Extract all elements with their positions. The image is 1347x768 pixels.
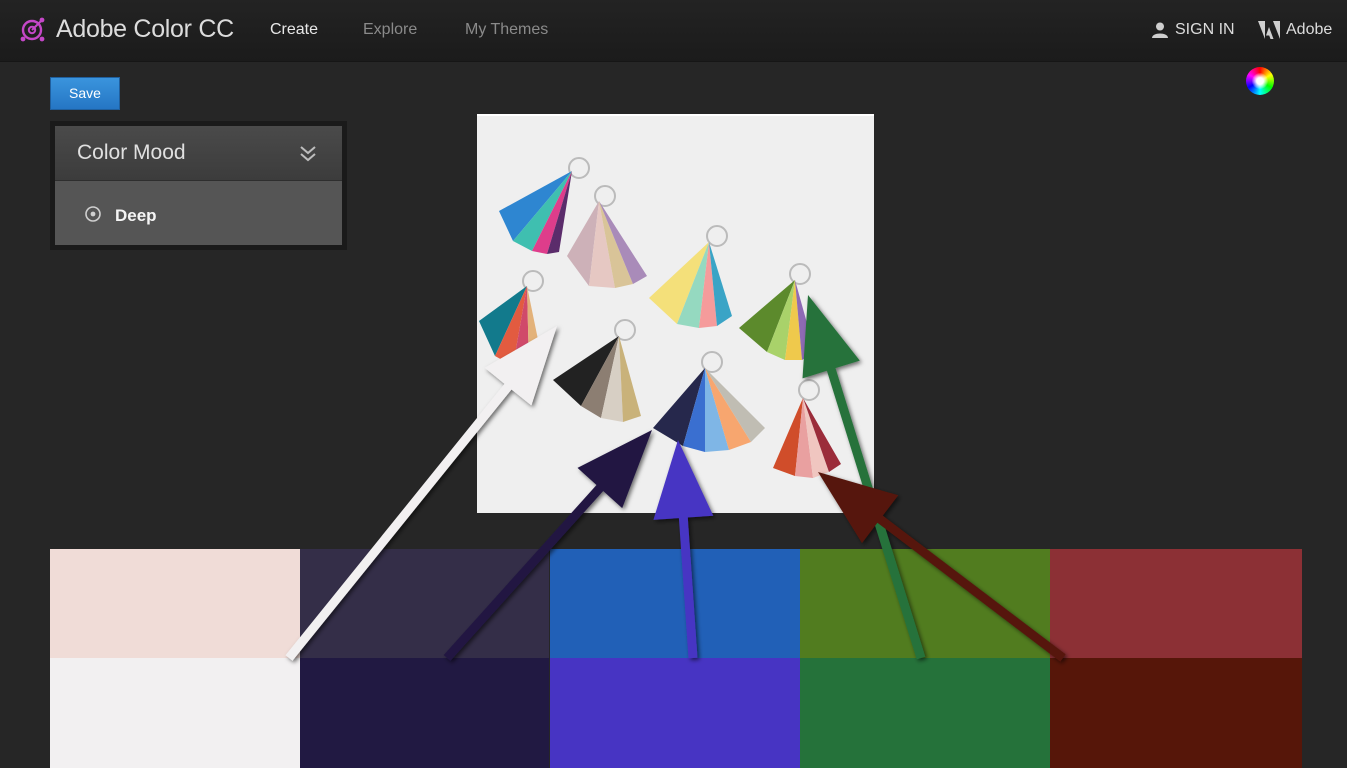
user-icon — [1152, 22, 1168, 38]
palette-swatch-bottom-5[interactable] — [1050, 658, 1302, 768]
fan-deck-8 — [773, 379, 841, 478]
color-mood-panel: Color Mood Deep — [50, 121, 347, 250]
fan-deck-5 — [479, 270, 544, 368]
adobe-logo-icon — [1258, 21, 1280, 39]
double-chevron-down-icon[interactable] — [298, 144, 318, 164]
palette-swatch-bottom-1[interactable] — [50, 658, 301, 768]
palette-swatch-top-4[interactable] — [800, 549, 1050, 658]
adobe-label: Adobe — [1286, 21, 1333, 38]
sign-in-label: SIGN IN — [1175, 21, 1235, 38]
palette-swatch-bottom-3[interactable] — [550, 658, 800, 768]
pantone-fan-decks-illustration — [479, 157, 841, 478]
fan-deck-6 — [553, 319, 641, 422]
radio-selected-icon[interactable] — [85, 206, 101, 222]
fan-deck-2 — [567, 185, 647, 288]
adobe-color-logo-icon[interactable] — [20, 17, 46, 43]
source-image[interactable] — [477, 114, 874, 513]
color-wheel-button[interactable] — [1246, 67, 1274, 95]
palette-swatch-top-2[interactable] — [300, 549, 549, 658]
fan-deck-1 — [499, 157, 590, 254]
mood-option-label: Deep — [115, 206, 157, 225]
adobe-link[interactable]: Adobe — [1258, 21, 1332, 39]
palette-swatch-top-5[interactable] — [1050, 549, 1302, 658]
fan-deck-4 — [739, 263, 815, 360]
nav-my-themes[interactable]: My Themes — [465, 21, 548, 39]
palette-swatch-bottom-4[interactable] — [800, 658, 1050, 768]
fan-deck-3 — [649, 225, 732, 328]
color-mood-header[interactable]: Color Mood — [55, 126, 342, 181]
app-title[interactable]: Adobe Color CC — [56, 15, 234, 44]
save-button[interactable]: Save — [50, 77, 120, 110]
sign-in-link[interactable]: SIGN IN — [1151, 21, 1235, 39]
mood-option-deep[interactable]: Deep — [55, 181, 342, 245]
fan-deck-7 — [653, 351, 765, 452]
nav-create[interactable]: Create — [270, 21, 318, 39]
palette-swatch-top-3[interactable] — [550, 549, 800, 658]
palette-swatch-bottom-2[interactable] — [300, 658, 549, 768]
color-mood-title: Color Mood — [77, 141, 186, 164]
palette-swatch-top-1[interactable] — [50, 549, 301, 658]
top-nav-bar: Adobe Color CC Create Explore My Themes … — [0, 0, 1347, 62]
nav-explore[interactable]: Explore — [363, 21, 417, 39]
color-wheel-icon — [1246, 67, 1274, 95]
